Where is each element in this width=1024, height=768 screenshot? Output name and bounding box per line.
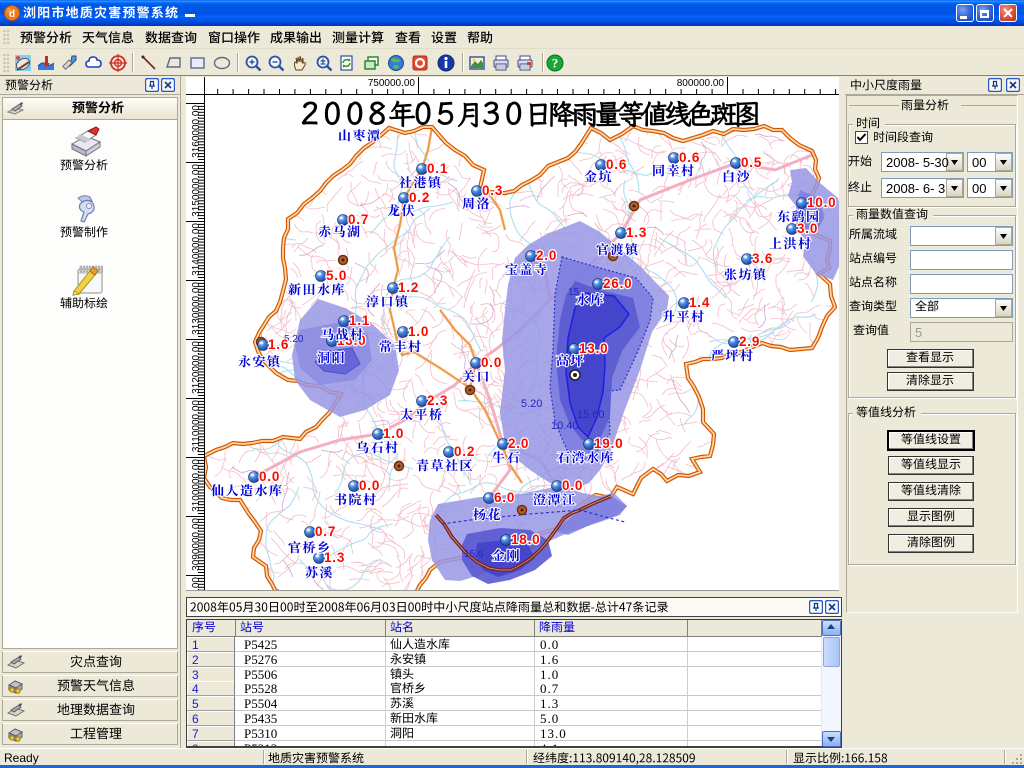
svg-text:0.7: 0.7 bbox=[315, 524, 336, 539]
svg-text:d: d bbox=[9, 9, 15, 20]
svg-text:0.2: 0.2 bbox=[409, 190, 430, 205]
svg-text:15.6: 15.6 bbox=[464, 549, 484, 560]
svg-text:0.0: 0.0 bbox=[562, 478, 583, 493]
svg-text:0.0: 0.0 bbox=[359, 478, 380, 493]
svg-text:?: ? bbox=[552, 56, 559, 71]
svg-text:1.1: 1.1 bbox=[349, 313, 370, 328]
svg-text:0.0: 0.0 bbox=[481, 355, 502, 370]
svg-text:0.6: 0.6 bbox=[606, 157, 627, 172]
svg-text:0.3: 0.3 bbox=[482, 183, 503, 198]
svg-text:1.3: 1.3 bbox=[324, 550, 345, 565]
svg-text:750000.00: 750000.00 bbox=[368, 78, 416, 89]
svg-text:10.40: 10.40 bbox=[551, 420, 579, 432]
svg-text:1.6: 1.6 bbox=[268, 337, 289, 352]
svg-text:2.0: 2.0 bbox=[508, 436, 529, 451]
svg-text:15.60: 15.60 bbox=[577, 409, 605, 421]
svg-text:0.2: 0.2 bbox=[454, 444, 475, 459]
svg-text:18.0: 18.0 bbox=[511, 532, 540, 547]
svg-text:6.0: 6.0 bbox=[494, 490, 515, 505]
svg-text:1.2: 1.2 bbox=[398, 280, 419, 295]
svg-text:2.3: 2.3 bbox=[427, 393, 448, 408]
svg-text:0.0: 0.0 bbox=[259, 469, 280, 484]
svg-text:1.0: 1.0 bbox=[383, 426, 404, 441]
svg-text:0.1: 0.1 bbox=[427, 161, 448, 176]
svg-text:1.4: 1.4 bbox=[689, 295, 710, 310]
svg-text:2.0: 2.0 bbox=[536, 248, 557, 263]
svg-text:0.5: 0.5 bbox=[741, 155, 762, 170]
svg-text:1.3: 1.3 bbox=[626, 225, 647, 240]
svg-text:2.9: 2.9 bbox=[739, 334, 760, 349]
svg-text:1.0: 1.0 bbox=[408, 324, 429, 339]
svg-text:5.0: 5.0 bbox=[326, 268, 347, 283]
svg-text:26.0: 26.0 bbox=[603, 276, 632, 291]
svg-text:13.0: 13.0 bbox=[579, 341, 608, 356]
svg-text:3.6: 3.6 bbox=[752, 251, 773, 266]
svg-text:10.0: 10.0 bbox=[807, 195, 836, 210]
svg-text:19.0: 19.0 bbox=[594, 436, 623, 451]
svg-text:0.6: 0.6 bbox=[679, 150, 700, 165]
svg-text:800000.00: 800000.00 bbox=[677, 78, 725, 89]
svg-text:5.20: 5.20 bbox=[521, 398, 542, 410]
